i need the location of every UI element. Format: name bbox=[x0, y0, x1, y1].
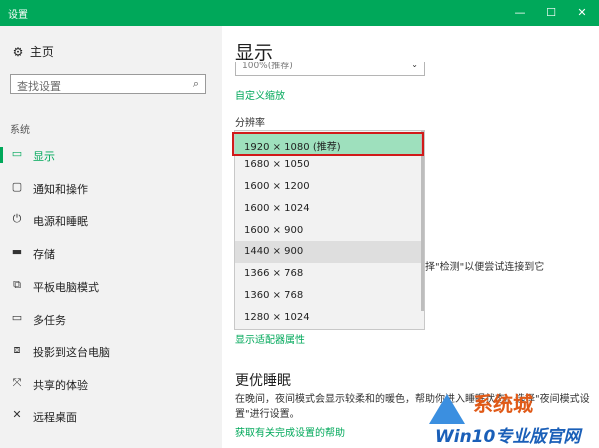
close-button[interactable]: ✕ bbox=[567, 0, 597, 26]
sidebar-item-power[interactable]: ⏻ 电源和睡眠 bbox=[0, 209, 222, 231]
notification-icon: ▢ bbox=[11, 180, 23, 193]
sidebar-item-label: 平板电脑模式 bbox=[33, 281, 99, 294]
share-icon: ⤧ bbox=[12, 376, 22, 389]
custom-scaling-link[interactable]: 自定义缩放 bbox=[235, 87, 285, 102]
sidebar-item-display[interactable]: ▭ 显示 bbox=[0, 144, 222, 166]
highlight-box bbox=[232, 132, 424, 156]
resolution-option[interactable]: 1680 × 1050 bbox=[235, 154, 424, 176]
multitask-icon: ▭ bbox=[11, 311, 23, 324]
gear-icon: ⚙ bbox=[12, 45, 24, 59]
title-bar: 设置 — ☐ ✕ bbox=[0, 0, 599, 26]
section-label: 系统 bbox=[10, 125, 30, 136]
option-label: 1600 × 900 bbox=[244, 225, 304, 236]
sidebar-item-tablet[interactable]: ⧉ 平板电脑模式 bbox=[0, 275, 222, 297]
option-label: 1680 × 1050 bbox=[244, 159, 310, 170]
scale-value: 100%(推荐) bbox=[242, 62, 293, 71]
dropdown-scrollbar[interactable] bbox=[421, 131, 424, 311]
logo-triangle-icon bbox=[429, 394, 465, 424]
chevron-down-icon: ⌄ bbox=[411, 62, 418, 69]
sleep-heading: 更优睡眠 bbox=[235, 373, 291, 389]
maximize-button[interactable]: ☐ bbox=[536, 0, 566, 26]
option-label: 1360 × 768 bbox=[244, 290, 304, 301]
sidebar-item-label: 通知和操作 bbox=[33, 183, 88, 196]
sidebar-item-label: 共享的体验 bbox=[33, 379, 88, 392]
power-icon: ⏻ bbox=[12, 212, 22, 225]
detect-text: 择"检测"以便尝试连接到它 bbox=[425, 262, 545, 273]
watermark-bottom-text: Win10专业版官网 bbox=[435, 427, 581, 447]
sidebar-item-label: 存储 bbox=[33, 248, 55, 261]
sidebar-item-project[interactable]: ⧈ 投影到这台电脑 bbox=[0, 340, 222, 362]
home-label: 主页 bbox=[29, 45, 54, 59]
minimize-button[interactable]: — bbox=[505, 0, 535, 26]
remote-icon: ✕ bbox=[12, 408, 22, 421]
sidebar-item-storage[interactable]: ▬ 存储 bbox=[0, 242, 222, 264]
search-input[interactable]: 查找设置 ⌕ bbox=[10, 74, 206, 94]
resolution-option[interactable]: 1280 × 1024 bbox=[235, 307, 424, 329]
sidebar-item-label: 多任务 bbox=[33, 314, 66, 327]
monitor-icon: ▭ bbox=[11, 147, 23, 160]
option-label: 1366 × 768 bbox=[244, 268, 304, 279]
sidebar-item-remote[interactable]: ✕ 远程桌面 bbox=[0, 405, 222, 427]
storage-icon: ▬ bbox=[11, 245, 23, 258]
sidebar-item-notifications[interactable]: ▢ 通知和操作 bbox=[0, 177, 222, 199]
resolution-option[interactable]: 1360 × 768 bbox=[235, 285, 424, 307]
window-title: 设置 bbox=[8, 10, 28, 21]
active-indicator bbox=[0, 147, 3, 163]
resolution-option[interactable]: 1600 × 1024 bbox=[235, 198, 424, 220]
scale-select[interactable]: 100%(推荐) ⌄ bbox=[235, 62, 425, 76]
sidebar-item-label: 远程桌面 bbox=[33, 411, 77, 424]
option-label: 1280 × 1024 bbox=[244, 312, 310, 323]
resolution-option[interactable]: 1600 × 900 bbox=[235, 220, 424, 242]
option-label: 1600 × 1200 bbox=[244, 181, 310, 192]
page-title: 显示 bbox=[235, 42, 274, 64]
sidebar-item-label: 投影到这台电脑 bbox=[33, 346, 110, 359]
resolution-option[interactable]: 1600 × 1200 bbox=[235, 176, 424, 198]
resolution-dropdown[interactable]: 1920 × 1080 (推荐) 1680 × 1050 1600 × 1200… bbox=[234, 130, 425, 330]
resolution-option[interactable]: 1366 × 768 bbox=[235, 263, 424, 285]
resolution-option[interactable]: 1440 × 900 bbox=[235, 241, 424, 263]
sidebar-item-label: 电源和睡眠 bbox=[33, 215, 88, 228]
option-label: 1440 × 900 bbox=[244, 246, 304, 257]
help-link[interactable]: 获取有关完成设置的帮助 bbox=[235, 424, 345, 439]
tablet-icon: ⧉ bbox=[13, 278, 21, 291]
search-placeholder: 查找设置 bbox=[17, 80, 61, 93]
project-icon: ⧈ bbox=[13, 343, 21, 356]
sidebar-item-label: 显示 bbox=[33, 150, 55, 163]
adapter-properties-link[interactable]: 显示适配器属性 bbox=[235, 331, 305, 346]
watermark-top-text: 系统城 bbox=[473, 392, 533, 416]
home-nav[interactable]: ⚙ 主页 bbox=[10, 43, 54, 60]
search-icon: ⌕ bbox=[192, 77, 199, 90]
watermark-logo: 系统城 Win10专业版官网 bbox=[427, 380, 599, 448]
resolution-label: 分辨率 bbox=[235, 118, 265, 129]
sidebar-item-shared[interactable]: ⤧ 共享的体验 bbox=[0, 373, 222, 395]
sidebar-item-multitask[interactable]: ▭ 多任务 bbox=[0, 308, 222, 330]
option-label: 1600 × 1024 bbox=[244, 203, 310, 214]
